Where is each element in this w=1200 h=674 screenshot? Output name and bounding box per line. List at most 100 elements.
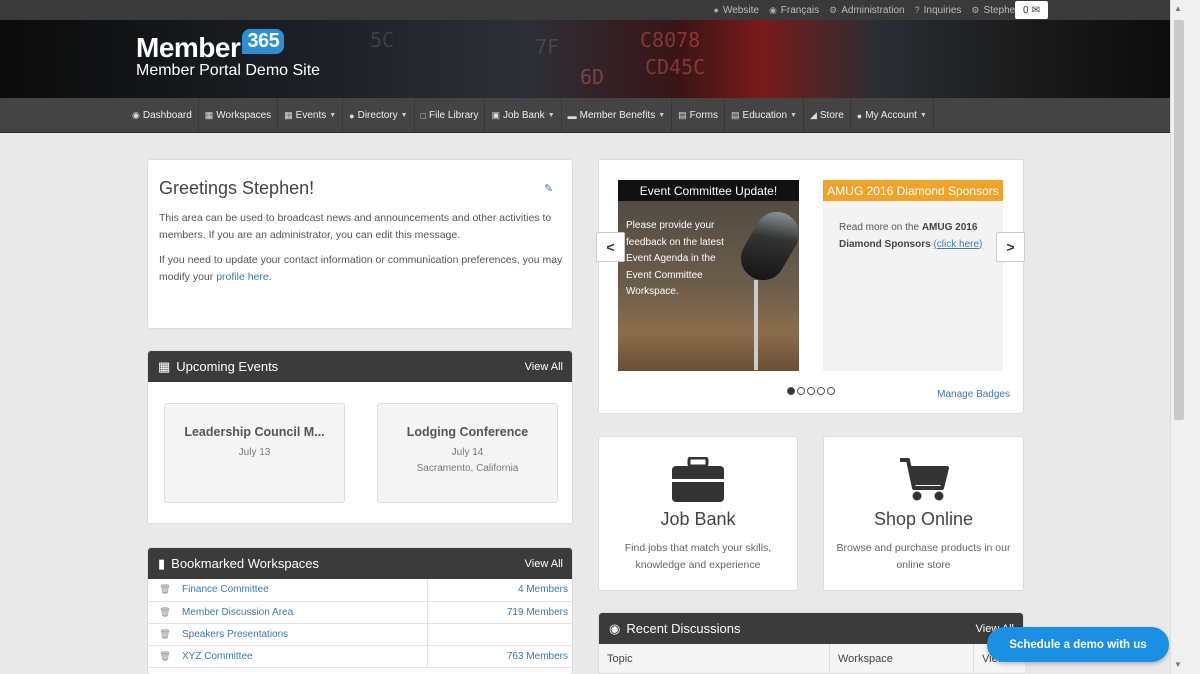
table-row: 🗑 Member Discussion Area 719 Members <box>148 601 572 624</box>
edit-icon[interactable]: ✎ <box>544 182 553 195</box>
job-bank-tile[interactable]: Job Bank Find jobs that match your skill… <box>598 436 798 591</box>
upcoming-events-title: Upcoming Events <box>176 359 279 374</box>
scroll-down-icon[interactable]: ▼ <box>1174 660 1182 669</box>
briefcase-icon <box>672 457 724 502</box>
click-here-link[interactable]: (click here) <box>933 239 982 250</box>
carousel-slide-event-update[interactable]: Event Committee Update! Please provide y… <box>618 180 799 371</box>
main-nav: ◉ Dashboard ▦ Workspaces ▦ Events ▼ ● Directo… <box>0 98 1170 133</box>
event-card[interactable]: Lodging Conference July 14 Sacramento, C… <box>377 403 558 503</box>
shop-online-title: Shop Online <box>873 509 974 529</box>
nav-directory[interactable]: ● Directory ▼ <box>343 98 415 133</box>
nav-events[interactable]: ▦ Events ▼ <box>278 98 344 133</box>
bookmarked-workspaces-panel: ▮ Bookmarked Workspaces View All 🗑 Finan… <box>147 547 573 674</box>
page-scrollbar[interactable]: ▲ ▼ <box>1170 0 1200 674</box>
event-card[interactable]: Leadership Council M... July 13 <box>164 403 345 503</box>
banner-decoration: CD45C <box>645 55 706 79</box>
upcoming-events-panel: ▦ Upcoming Events View All Leadership Co… <box>147 350 573 524</box>
chevron-down-icon: ▼ <box>919 112 927 119</box>
chevron-down-icon: ▼ <box>790 112 797 119</box>
utility-links: ● Website ◉ Français ⚙ Administration ? Inqu… <box>714 0 1048 20</box>
carousel-prev-button[interactable]: < <box>596 232 625 262</box>
carousel-dot[interactable] <box>797 387 805 395</box>
column-header-workspace[interactable]: Workspace <box>830 644 974 674</box>
site-logo[interactable]: Member 365 Member Portal Demo Site <box>136 29 320 80</box>
carousel-next-button[interactable]: > <box>996 232 1025 262</box>
job-bank-description: Find jobs that match your skills, knowle… <box>624 542 772 571</box>
nav-workspaces[interactable]: ▦ Workspaces <box>199 98 279 133</box>
schedule-demo-button[interactable]: Schedule a demo with us <box>987 627 1169 662</box>
users-icon: ● <box>349 110 355 121</box>
greeting-panel: Greetings Stephen! ✎ This area can be us… <box>147 159 573 329</box>
scroll-up-icon[interactable]: ▲ <box>1174 4 1182 13</box>
nav-member-benefits[interactable]: ▬ Member Benefits ▼ <box>562 98 673 133</box>
events-view-all-link[interactable]: View All <box>525 361 563 373</box>
event-date: July 14 <box>451 447 484 458</box>
calendar-icon: ▦ <box>284 110 293 120</box>
banner-decoration: C8078 <box>640 28 701 52</box>
nav-file-library[interactable]: □ File Library <box>415 98 486 133</box>
logo-brand: Member <box>136 32 241 63</box>
bookmark-icon: ▮ <box>158 555 166 571</box>
workspace-members-link[interactable]: 719 Members <box>427 601 572 624</box>
logo-number: 365 <box>242 29 285 54</box>
carousel-slide-sponsors[interactable]: AMUG 2016 Diamond Sponsors Read more on … <box>823 180 1003 371</box>
nav-forms[interactable]: ▤ Forms <box>672 98 726 133</box>
utility-bar: ● Website ◉ Français ⚙ Administration ? Inqu… <box>0 0 1170 20</box>
trash-icon[interactable]: 🗑 <box>148 579 182 602</box>
workspaces-view-all-link[interactable]: View All <box>525 558 563 570</box>
chevron-down-icon: ▼ <box>329 112 337 119</box>
carousel-dot[interactable] <box>817 387 825 395</box>
workspace-name-link[interactable]: XYZ Committee <box>182 645 428 668</box>
nav-education[interactable]: ▤ Education ▼ <box>725 98 804 133</box>
workspace-members-link[interactable] <box>427 623 572 646</box>
nav-dashboard[interactable]: ◉ Dashboard <box>126 98 199 133</box>
shop-online-tile[interactable]: Shop Online Browse and purchase products… <box>823 436 1024 591</box>
gear-icon: ⚙ <box>829 4 838 15</box>
nav-my-account[interactable]: ● My Account ▼ <box>851 98 934 133</box>
table-row: 🗑 XYZ Committee 763 Members <box>148 645 572 668</box>
slide-text: Read more on the AMUG 2016 Diamond Spons… <box>839 222 983 250</box>
language-link[interactable]: ◉ Français <box>769 5 819 16</box>
scrollbar-thumb[interactable] <box>1174 20 1184 420</box>
nav-store[interactable]: ◢ Store <box>804 98 851 133</box>
column-header-topic[interactable]: Topic <box>599 644 830 674</box>
profile-link[interactable]: profile here <box>216 271 269 283</box>
calendar-icon: ▦ <box>158 358 171 374</box>
workspace-members-link[interactable]: 763 Members <box>427 645 572 668</box>
slide-title: Event Committee Update! <box>618 180 799 201</box>
bookmarked-workspaces-title: Bookmarked Workspaces <box>171 556 320 571</box>
trash-icon[interactable]: 🗑 <box>148 645 182 668</box>
book-icon: ▤ <box>731 110 740 120</box>
carousel-dot[interactable] <box>807 387 815 395</box>
comments-icon: ◉ <box>609 620 621 636</box>
banner-decoration: 6D <box>580 65 605 89</box>
event-title: Lodging Conference <box>406 425 529 439</box>
globe-icon: ◉ <box>768 4 777 15</box>
carousel-dots <box>787 387 835 395</box>
recent-discussions-title: Recent Discussions <box>626 621 741 636</box>
carousel-dot[interactable] <box>827 387 835 395</box>
event-location: Sacramento, California <box>416 463 519 474</box>
badges-carousel-panel: Event Committee Update! Please provide y… <box>596 159 1025 414</box>
administration-link[interactable]: ⚙ Administration <box>829 5 904 16</box>
workspace-name-link[interactable]: Member Discussion Area <box>182 601 428 624</box>
microphone-stand-image <box>754 280 758 370</box>
workspace-name-link[interactable]: Finance Committee <box>182 579 428 602</box>
workspace-name-link[interactable]: Speakers Presentations <box>182 623 428 646</box>
nav-job-bank[interactable]: ▣ Job Bank ▼ <box>485 98 562 133</box>
user-icon: ● <box>856 110 863 121</box>
greeting-profile-message: If you need to update your contact infor… <box>159 254 563 283</box>
inquiries-link[interactable]: ? Inquiries <box>915 5 962 16</box>
carousel-dot[interactable] <box>787 387 795 395</box>
trash-icon[interactable]: 🗑 <box>148 601 182 624</box>
workspace-members-link[interactable]: 4 Members <box>427 579 572 602</box>
cart-icon <box>899 458 949 501</box>
trash-icon[interactable]: 🗑 <box>148 623 182 646</box>
job-bank-title: Job Bank <box>660 509 736 529</box>
card-icon: ▬ <box>567 110 577 121</box>
website-link[interactable]: ● Website <box>714 5 759 16</box>
bookmarked-workspaces-header: ▮ Bookmarked Workspaces View All <box>148 548 572 579</box>
recent-discussions-panel: ◉ Recent Discussions View All Topic Work… <box>598 612 1025 674</box>
manage-badges-link[interactable]: Manage Badges <box>937 389 1010 400</box>
cart-button[interactable]: 0 ✉ <box>1015 1 1048 19</box>
